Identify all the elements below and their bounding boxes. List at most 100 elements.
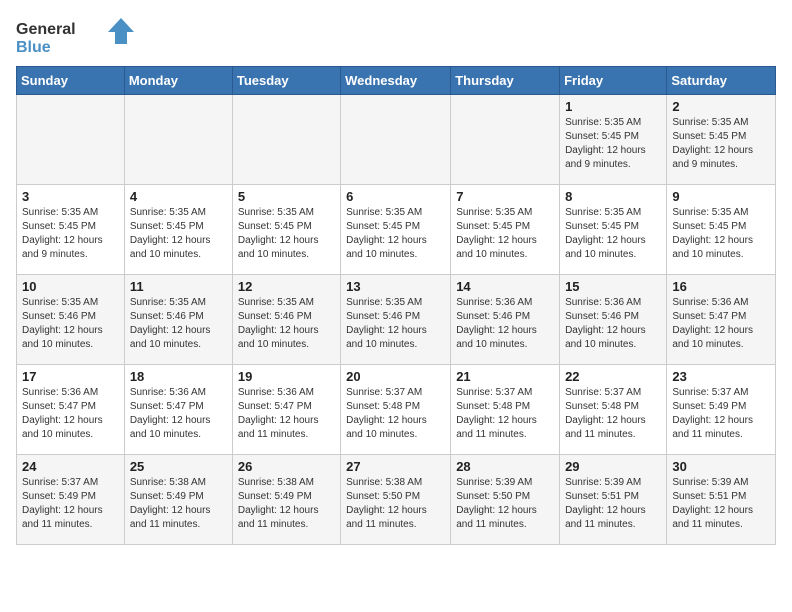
day-info: Sunrise: 5:38 AM Sunset: 5:49 PM Dayligh… <box>130 476 227 532</box>
calendar-cell: 27Sunrise: 5:38 AM Sunset: 5:50 PM Dayli… <box>341 455 451 545</box>
day-info: Sunrise: 5:39 AM Sunset: 5:50 PM Dayligh… <box>456 476 554 532</box>
day-number: 20 <box>346 369 445 384</box>
weekday-header-saturday: Saturday <box>667 67 776 95</box>
day-info: Sunrise: 5:36 AM Sunset: 5:47 PM Dayligh… <box>130 386 227 442</box>
calendar-cell: 22 Sunrise: 5:37 AM Sunset: 5:48 PM Dayli… <box>560 365 667 455</box>
day-info: Sunrise: 5:35 AM Sunset: 5:45 PM Dayligh… <box>672 116 770 172</box>
calendar-cell: 12 Sunrise: 5:35 AM Sunset: 5:46 PM Dayli… <box>232 275 340 365</box>
day-info: Sunrise: 5:38 AM Sunset: 5:50 PM Dayligh… <box>346 476 445 532</box>
day-info: Sunrise: 5:35 AM Sunset: 5:46 PM Dayligh… <box>238 296 335 352</box>
calendar-cell: 20Sunrise: 5:37 AM Sunset: 5:48 PM Dayli… <box>341 365 451 455</box>
calendar-cell <box>232 95 340 185</box>
day-number: 28 <box>456 459 554 474</box>
day-info: Sunrise: 5:35 AM Sunset: 5:46 PM Dayligh… <box>346 296 445 352</box>
day-number: 30 <box>672 459 770 474</box>
weekday-header-wednesday: Wednesday <box>341 67 451 95</box>
calendar-cell: 7 Sunrise: 5:35 AM Sunset: 5:45 PM Daylig… <box>451 185 560 275</box>
calendar-cell: 3 Sunrise: 5:35 AM Sunset: 5:45 PM Daylig… <box>17 185 125 275</box>
day-number: 21 <box>456 369 554 384</box>
day-info: Sunrise: 5:35 AM Sunset: 5:45 PM Dayligh… <box>565 206 661 262</box>
day-info: Sunrise: 5:35 AM Sunset: 5:45 PM Dayligh… <box>456 206 554 262</box>
day-info: Sunrise: 5:36 AM Sunset: 5:47 PM Dayligh… <box>672 296 770 352</box>
calendar-cell: 6 Sunrise: 5:35 AM Sunset: 5:45 PM Daylig… <box>341 185 451 275</box>
calendar-week-2: 3 Sunrise: 5:35 AM Sunset: 5:45 PM Daylig… <box>17 185 776 275</box>
calendar-cell: 29Sunrise: 5:39 AM Sunset: 5:51 PM Dayli… <box>560 455 667 545</box>
day-number: 24 <box>22 459 119 474</box>
day-info: Sunrise: 5:36 AM Sunset: 5:47 PM Dayligh… <box>238 386 335 442</box>
calendar-body: 1 Sunrise: 5:35 AM Sunset: 5:45 PM Daylig… <box>17 95 776 545</box>
calendar-cell: 18 Sunrise: 5:36 AM Sunset: 5:47 PM Dayli… <box>124 365 232 455</box>
day-number: 26 <box>238 459 335 474</box>
day-info: Sunrise: 5:35 AM Sunset: 5:45 PM Dayligh… <box>22 206 119 262</box>
day-number: 17 <box>22 369 119 384</box>
calendar-cell <box>451 95 560 185</box>
day-info: Sunrise: 5:37 AM Sunset: 5:49 PM Dayligh… <box>22 476 119 532</box>
calendar-cell: 8 Sunrise: 5:35 AM Sunset: 5:45 PM Daylig… <box>560 185 667 275</box>
day-number: 29 <box>565 459 661 474</box>
day-info: Sunrise: 5:39 AM Sunset: 5:51 PM Dayligh… <box>672 476 770 532</box>
calendar-cell: 23Sunrise: 5:37 AM Sunset: 5:49 PM Dayli… <box>667 365 776 455</box>
day-number: 14 <box>456 279 554 294</box>
day-info: Sunrise: 5:35 AM Sunset: 5:46 PM Dayligh… <box>130 296 227 352</box>
calendar-week-3: 10 Sunrise: 5:35 AM Sunset: 5:46 PM Dayli… <box>17 275 776 365</box>
day-number: 23 <box>672 369 770 384</box>
calendar-header: SundayMondayTuesdayWednesdayThursdayFrid… <box>17 67 776 95</box>
calendar-cell: 9 Sunrise: 5:35 AM Sunset: 5:45 PM Daylig… <box>667 185 776 275</box>
day-number: 25 <box>130 459 227 474</box>
day-number: 5 <box>238 189 335 204</box>
calendar-cell: 26 Sunrise: 5:38 AM Sunset: 5:49 PM Dayli… <box>232 455 340 545</box>
day-number: 7 <box>456 189 554 204</box>
day-number: 1 <box>565 99 661 114</box>
weekday-header-thursday: Thursday <box>451 67 560 95</box>
calendar-cell: 1Sunrise: 5:35 AM Sunset: 5:45 PM Daylig… <box>560 95 667 185</box>
day-number: 13 <box>346 279 445 294</box>
calendar-cell: 28 Sunrise: 5:39 AM Sunset: 5:50 PM Dayli… <box>451 455 560 545</box>
calendar-cell <box>124 95 232 185</box>
calendar-cell: 16 Sunrise: 5:36 AM Sunset: 5:47 PM Dayli… <box>667 275 776 365</box>
day-number: 2 <box>672 99 770 114</box>
weekday-header-monday: Monday <box>124 67 232 95</box>
day-number: 10 <box>22 279 119 294</box>
calendar-week-5: 24 Sunrise: 5:37 AM Sunset: 5:49 PM Dayli… <box>17 455 776 545</box>
calendar-cell: 4Sunrise: 5:35 AM Sunset: 5:45 PM Daylig… <box>124 185 232 275</box>
day-number: 16 <box>672 279 770 294</box>
day-info: Sunrise: 5:38 AM Sunset: 5:49 PM Dayligh… <box>238 476 335 532</box>
logo: General Blue <box>16 16 136 56</box>
day-number: 22 <box>565 369 661 384</box>
svg-text:General: General <box>16 21 76 38</box>
day-info: Sunrise: 5:35 AM Sunset: 5:45 PM Dayligh… <box>672 206 770 262</box>
day-number: 19 <box>238 369 335 384</box>
day-number: 9 <box>672 189 770 204</box>
weekday-header-tuesday: Tuesday <box>232 67 340 95</box>
calendar-cell: 11Sunrise: 5:35 AM Sunset: 5:46 PM Dayli… <box>124 275 232 365</box>
calendar-cell: 25 Sunrise: 5:38 AM Sunset: 5:49 PM Dayli… <box>124 455 232 545</box>
calendar-cell: 19 Sunrise: 5:36 AM Sunset: 5:47 PM Dayli… <box>232 365 340 455</box>
day-number: 15 <box>565 279 661 294</box>
calendar-cell <box>341 95 451 185</box>
day-number: 8 <box>565 189 661 204</box>
calendar-cell: 2 Sunrise: 5:35 AM Sunset: 5:45 PM Daylig… <box>667 95 776 185</box>
calendar-cell: 17 Sunrise: 5:36 AM Sunset: 5:47 PM Dayli… <box>17 365 125 455</box>
weekday-row: SundayMondayTuesdayWednesdayThursdayFrid… <box>17 67 776 95</box>
day-info: Sunrise: 5:37 AM Sunset: 5:48 PM Dayligh… <box>456 386 554 442</box>
day-info: Sunrise: 5:36 AM Sunset: 5:46 PM Dayligh… <box>456 296 554 352</box>
calendar-cell: 15 Sunrise: 5:36 AM Sunset: 5:46 PM Dayli… <box>560 275 667 365</box>
weekday-header-friday: Friday <box>560 67 667 95</box>
day-info: Sunrise: 5:36 AM Sunset: 5:47 PM Dayligh… <box>22 386 119 442</box>
day-number: 3 <box>22 189 119 204</box>
calendar-cell: 14 Sunrise: 5:36 AM Sunset: 5:46 PM Dayli… <box>451 275 560 365</box>
svg-text:Blue: Blue <box>16 39 51 56</box>
page-header: General Blue <box>16 16 776 56</box>
day-info: Sunrise: 5:36 AM Sunset: 5:46 PM Dayligh… <box>565 296 661 352</box>
logo-icon: General Blue <box>16 16 136 56</box>
day-number: 6 <box>346 189 445 204</box>
calendar-cell: 5Sunrise: 5:35 AM Sunset: 5:45 PM Daylig… <box>232 185 340 275</box>
day-number: 18 <box>130 369 227 384</box>
day-number: 12 <box>238 279 335 294</box>
day-info: Sunrise: 5:37 AM Sunset: 5:48 PM Dayligh… <box>565 386 661 442</box>
calendar-table: SundayMondayTuesdayWednesdayThursdayFrid… <box>16 66 776 545</box>
calendar-cell <box>17 95 125 185</box>
day-info: Sunrise: 5:35 AM Sunset: 5:45 PM Dayligh… <box>346 206 445 262</box>
calendar-week-1: 1 Sunrise: 5:35 AM Sunset: 5:45 PM Daylig… <box>17 95 776 185</box>
calendar-week-4: 17 Sunrise: 5:36 AM Sunset: 5:47 PM Dayli… <box>17 365 776 455</box>
